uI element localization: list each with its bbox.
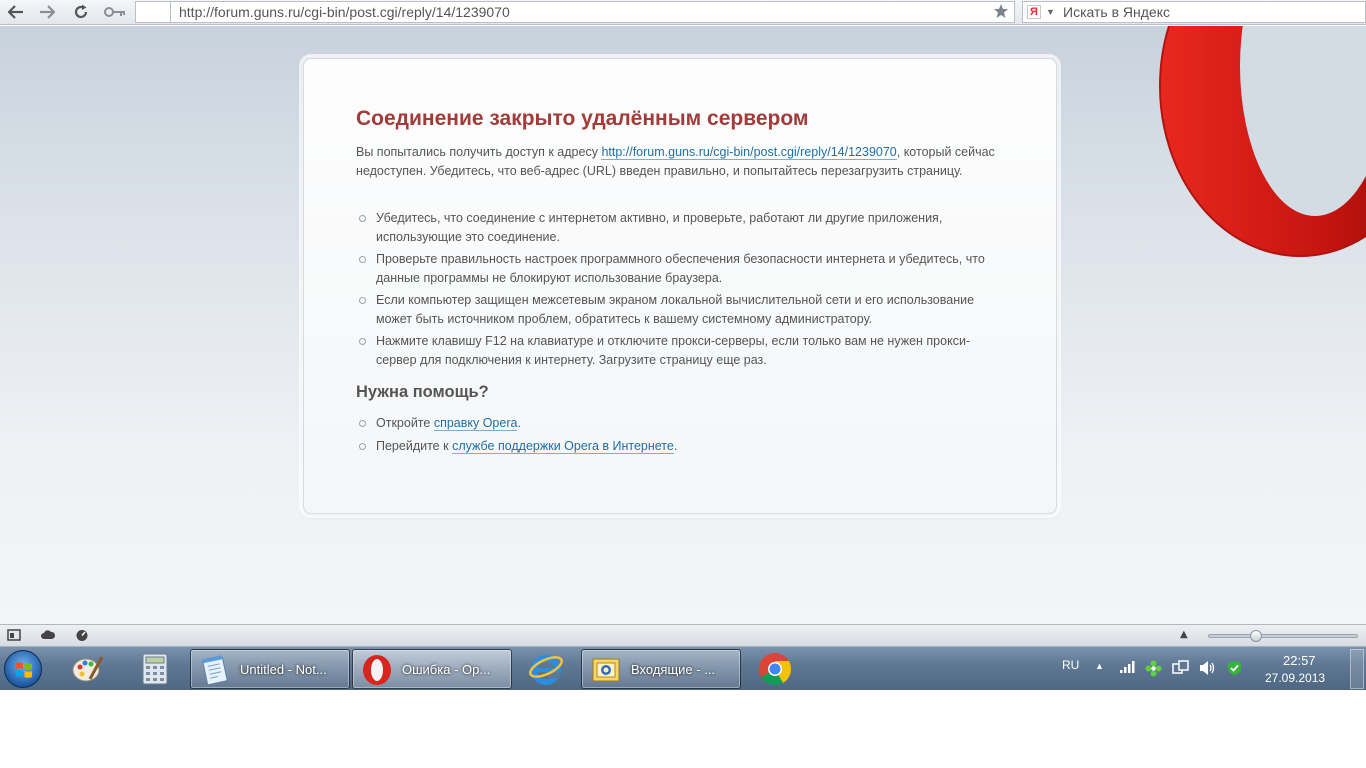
notepad-icon	[202, 655, 228, 686]
search-field[interactable]: Я ▼ Искать в Яндекс	[1022, 1, 1366, 23]
start-button[interactable]	[4, 650, 42, 688]
speed-dial-icon[interactable]	[75, 629, 89, 641]
yandex-icon: Я	[1027, 5, 1041, 19]
help-text-end: .	[517, 416, 521, 430]
security-check-icon[interactable]	[1226, 660, 1243, 676]
signal-icon[interactable]	[1119, 660, 1135, 674]
zoom-slider[interactable]	[1208, 630, 1358, 642]
forward-button[interactable]	[36, 2, 58, 22]
green-app-icon[interactable]	[1145, 660, 1162, 677]
wand-button[interactable]	[102, 2, 128, 22]
clock-date[interactable]: 27.09.2013	[1265, 671, 1325, 685]
bullet-icon	[359, 256, 366, 263]
volume-icon[interactable]	[1198, 660, 1216, 676]
opera-support-link[interactable]: службе поддержки Opera в Интернете	[452, 439, 674, 454]
list-item: Убедитесь, что соединение с интернетом а…	[356, 209, 1006, 247]
address-field[interactable]: http://forum.guns.ru/cgi-bin/post.cgi/re…	[170, 1, 1015, 23]
help-text: Откройте	[376, 416, 434, 430]
ie-taskbar-button[interactable]	[520, 650, 572, 688]
list-item: Если компьютер защищен межсетевым экрано…	[356, 291, 1006, 329]
zoom-slider-thumb[interactable]	[1250, 630, 1262, 642]
bullet-icon	[359, 338, 366, 345]
opera-logo	[1159, 26, 1366, 257]
reload-button[interactable]	[70, 2, 92, 22]
show-desktop-button[interactable]	[1350, 649, 1364, 689]
zoom-up-icon[interactable]: ▲	[1180, 629, 1188, 640]
paint-icon	[72, 656, 104, 682]
back-button[interactable]	[5, 2, 27, 22]
taskbar-window-label: Untitled - Not...	[240, 662, 327, 677]
key-icon	[104, 7, 125, 17]
error-description: Вы попытались получить доступ к адресу h…	[356, 143, 996, 181]
network-icon[interactable]	[1172, 660, 1189, 676]
star-icon[interactable]	[993, 3, 1009, 19]
page-info-button[interactable]	[135, 1, 171, 23]
tip-text: Убедитесь, что соединение с интернетом а…	[376, 211, 943, 244]
bullet-icon	[359, 215, 366, 222]
taskbar-window-outlook[interactable]: Входящие - ...	[581, 649, 741, 689]
list-item: Нажмите клавишу F12 на клавиатуре и откл…	[356, 332, 1006, 370]
list-item: Перейдите к службе поддержки Opera в Инт…	[356, 437, 1006, 456]
tip-text: Нажмите клавишу F12 на клавиатуре и откл…	[376, 334, 971, 367]
help-list: Откройте справку Opera. Перейдите к служ…	[356, 414, 1006, 460]
paint-taskbar-button[interactable]	[62, 650, 114, 688]
help-text: Перейдите к	[376, 439, 453, 453]
clock-time[interactable]: 22:57	[1283, 653, 1316, 668]
bullet-icon	[359, 443, 366, 450]
forward-icon	[40, 5, 55, 19]
language-indicator[interactable]: RU	[1062, 658, 1079, 672]
tip-text: Проверьте правильность настроек программ…	[376, 252, 985, 285]
browser-toolbar: http://forum.guns.ru/cgi-bin/post.cgi/re…	[0, 0, 1366, 25]
search-placeholder: Искать в Яндекс	[1063, 4, 1170, 20]
failed-url-link[interactable]: http://forum.guns.ru/cgi-bin/post.cgi/re…	[601, 145, 897, 160]
list-item: Проверьте правильность настроек программ…	[356, 250, 1006, 288]
opera-icon	[363, 655, 391, 685]
chrome-taskbar-button[interactable]	[749, 650, 801, 688]
reload-icon	[74, 4, 88, 19]
opera-help-link[interactable]: справку Opera	[433, 416, 518, 431]
chrome-icon	[759, 653, 792, 686]
browser-statusbar: ▲	[0, 624, 1366, 646]
page-content: Соединение закрыто удалённым сервером Вы…	[0, 26, 1366, 624]
calculator-icon	[142, 653, 168, 685]
turbo-cloud-icon[interactable]	[40, 629, 56, 641]
panel-toggle-icon[interactable]	[7, 629, 21, 641]
taskbar: Untitled - Not... Ошибка - Op... Входящи…	[0, 646, 1366, 690]
taskbar-window-notepad[interactable]: Untitled - Not...	[190, 649, 350, 689]
chevron-down-icon[interactable]: ▼	[1046, 2, 1055, 22]
taskbar-window-opera[interactable]: Ошибка - Op...	[352, 649, 512, 689]
troubleshooting-list: Убедитесь, что соединение с интернетом а…	[356, 209, 1006, 373]
help-heading: Нужна помощь?	[356, 383, 489, 401]
bullet-icon	[359, 297, 366, 304]
outlook-icon	[592, 658, 620, 682]
calculator-taskbar-button[interactable]	[129, 650, 181, 688]
taskbar-window-label: Ошибка - Op...	[402, 662, 491, 677]
intro-text: Вы попытались получить доступ к адресу	[356, 145, 602, 159]
error-card: Соединение закрыто удалённым сервером Вы…	[303, 58, 1057, 514]
system-tray: RU ▲ 22:57 27.09.2013	[1055, 647, 1366, 690]
windows-logo-icon	[16, 662, 32, 678]
bullet-icon	[359, 420, 366, 427]
tray-overflow-icon[interactable]: ▲	[1095, 661, 1104, 671]
back-icon	[8, 5, 23, 19]
tip-text: Если компьютер защищен межсетевым экрано…	[376, 293, 975, 326]
taskbar-window-label: Входящие - ...	[631, 662, 716, 677]
error-title: Соединение закрыто удалённым сервером	[356, 107, 809, 130]
screen: http://forum.guns.ru/cgi-bin/post.cgi/re…	[0, 0, 1366, 690]
help-text-end: .	[673, 439, 678, 453]
list-item: Откройте справку Opera.	[356, 414, 1006, 433]
ie-icon	[529, 655, 563, 685]
